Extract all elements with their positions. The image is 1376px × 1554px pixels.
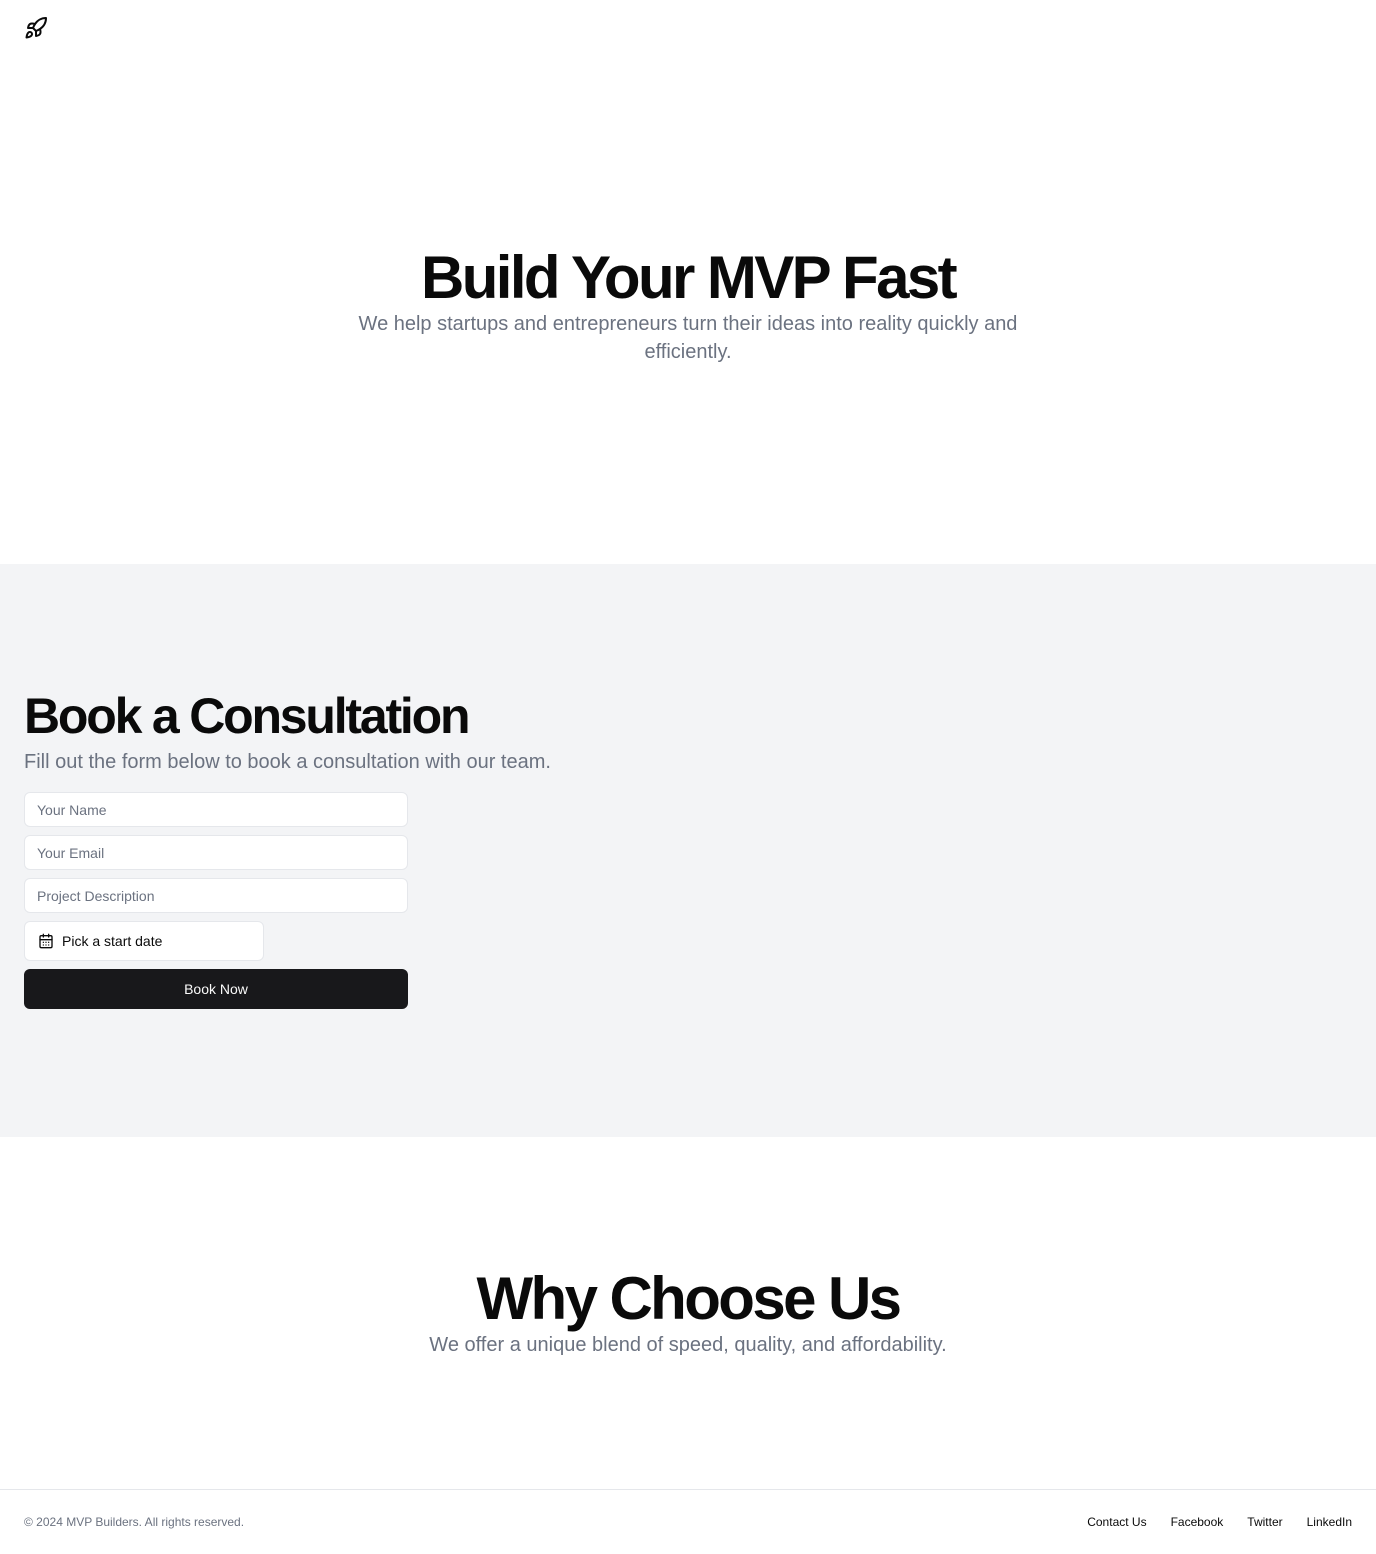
book-now-button[interactable]: Book Now bbox=[24, 969, 408, 1009]
why-title: Why Choose Us bbox=[476, 1265, 903, 1332]
hero-section: Build Your MVP Fast We help startups and… bbox=[0, 56, 1376, 564]
booking-subtitle: Fill out the form below to book a consul… bbox=[24, 751, 551, 773]
site-footer: © 2024 MVP Builders. All rights reserved… bbox=[0, 1489, 1376, 1554]
name-field[interactable] bbox=[24, 792, 408, 827]
footer-link-linkedin[interactable]: LinkedIn bbox=[1307, 1515, 1352, 1529]
page: Build Your MVP Fast We help startups and… bbox=[0, 0, 1376, 1554]
footer-link-contact-us[interactable]: Contact Us bbox=[1087, 1515, 1146, 1529]
calendar-icon bbox=[39, 933, 53, 949]
logo-link[interactable] bbox=[24, 16, 48, 40]
footer-link-facebook[interactable]: Facebook bbox=[1171, 1515, 1224, 1529]
date-picker-button[interactable]: Pick a start date bbox=[24, 921, 264, 961]
email-field[interactable] bbox=[24, 835, 408, 870]
booking-title: Book a Consultation bbox=[24, 688, 471, 744]
project-description-field[interactable] bbox=[24, 878, 408, 913]
hero-subtitle: We help startups and entrepreneurs turn … bbox=[358, 313, 1018, 363]
rocket-icon bbox=[25, 16, 47, 39]
date-picker-label: Pick a start date bbox=[62, 933, 163, 949]
booking-form: Pick a start date Book Now bbox=[24, 792, 408, 1009]
booking-section: Book a Consultation Fill out the form be… bbox=[0, 564, 1376, 1137]
why-choose-us-section: Why Choose Us We offer a unique blend of… bbox=[0, 1137, 1376, 1489]
copyright-text: © 2024 MVP Builders. All rights reserved… bbox=[24, 1515, 245, 1529]
hero-title: Build Your MVP Fast bbox=[420, 244, 958, 311]
footer-link-twitter[interactable]: Twitter bbox=[1247, 1515, 1282, 1529]
why-subtitle: We offer a unique blend of speed, qualit… bbox=[429, 1334, 947, 1356]
footer-nav: Contact Us Facebook Twitter LinkedIn bbox=[1087, 1515, 1352, 1529]
site-header bbox=[0, 0, 1376, 56]
